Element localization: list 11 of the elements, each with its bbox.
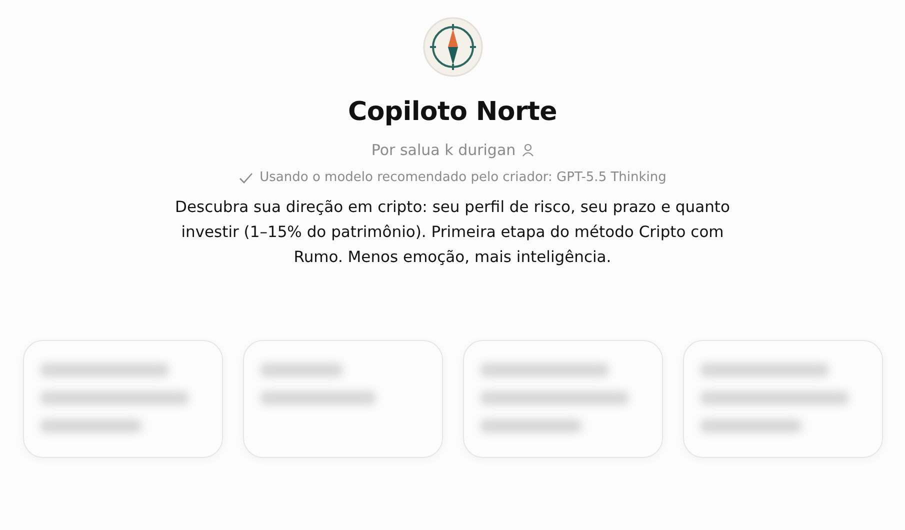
gpt-description: Descubra sua direção em cripto: seu perfil de risco, seu prazo e quanto investir (1–15% do patrimônio). Primeira etapa do método Cripto com Rumo. Menos emoção, mais inteligência. xyxy=(174,197,731,268)
compass-icon xyxy=(422,17,482,77)
starter-card[interactable] xyxy=(242,340,442,458)
checkmark-icon xyxy=(238,172,253,184)
starter-card[interactable] xyxy=(22,340,222,458)
person-icon xyxy=(522,143,534,157)
starter-card[interactable] xyxy=(682,340,882,458)
author-name: Por salua k durigan xyxy=(371,141,516,159)
gpt-title: Copiloto Norte xyxy=(348,97,557,127)
model-note: Usando o modelo recomendado pelo criador: GPT-5.5 Thinking xyxy=(260,170,666,185)
starter-card[interactable] xyxy=(462,340,662,458)
